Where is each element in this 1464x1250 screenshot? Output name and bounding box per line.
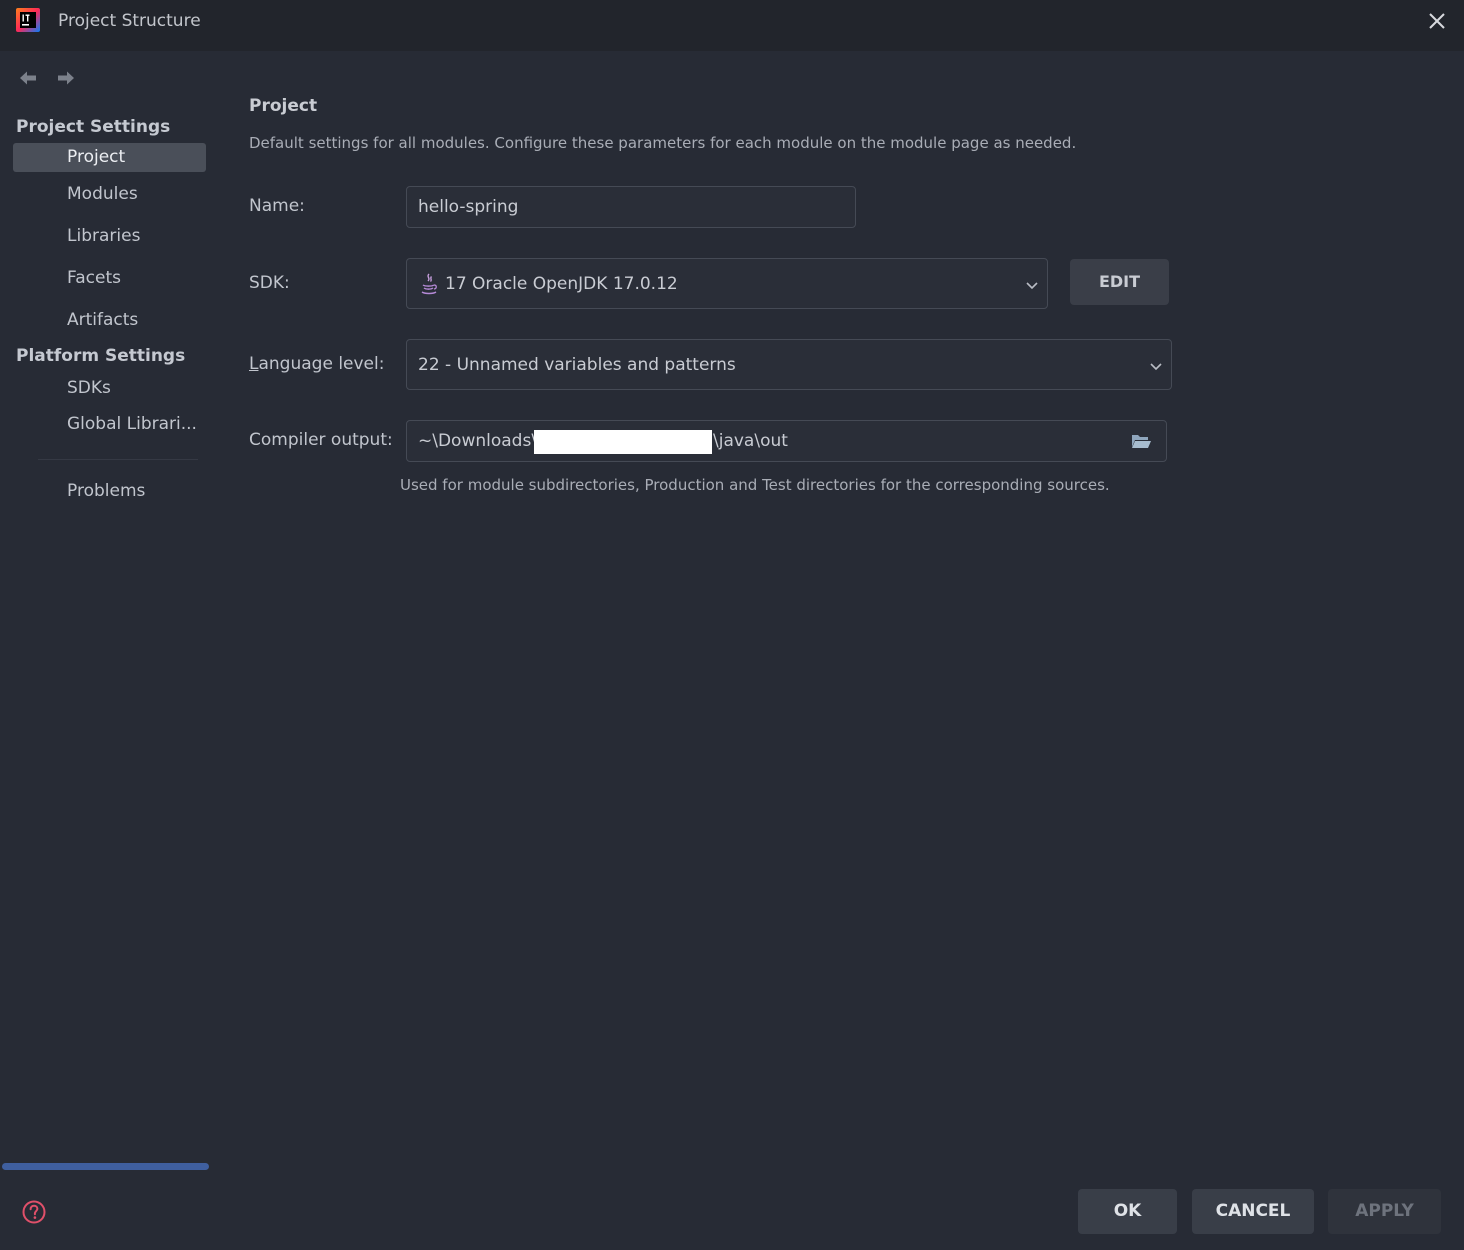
sidebar-item-label: SDKs (67, 378, 111, 398)
edit-sdk-button[interactable]: EDIT (1070, 259, 1169, 305)
sdk-value: 17 Oracle OpenJDK 17.0.12 (445, 274, 678, 294)
sidebar-item-project[interactable]: Project (13, 143, 206, 172)
sidebar-horizontal-scrollbar[interactable] (2, 1163, 209, 1170)
intellij-idea-icon (16, 8, 40, 32)
sidebar-item-artifacts[interactable]: Artifacts (13, 306, 206, 335)
cancel-button-label: CANCEL (1215, 1201, 1291, 1221)
compiler-output-label: Compiler output: (249, 430, 393, 450)
sidebar-item-problems[interactable]: Problems (13, 477, 206, 506)
project-settings-header: Project Settings (16, 117, 171, 137)
cancel-button[interactable]: CANCEL (1192, 1189, 1314, 1234)
sidebar-item-modules[interactable]: Modules (13, 180, 206, 209)
sidebar-item-global-libraries[interactable]: Global Librari... (13, 410, 206, 439)
sidebar-item-label: Libraries (67, 226, 141, 246)
chevron-down-icon (1026, 282, 1038, 290)
chevron-down-icon (1150, 363, 1162, 371)
compiler-output-value-suffix: \java\out (713, 431, 788, 451)
page-title: Project (249, 96, 318, 116)
sdk-label: SDK: (249, 273, 290, 293)
sidebar-item-label: Artifacts (67, 310, 139, 330)
ok-button[interactable]: OK (1078, 1189, 1177, 1234)
sidebar-item-libraries[interactable]: Libraries (13, 222, 206, 251)
sidebar-item-label: Facets (67, 268, 121, 288)
arrow-left-icon[interactable] (16, 66, 40, 90)
language-level-dropdown[interactable]: 22 - Unnamed variables and patterns (406, 339, 1172, 390)
language-level-value: 22 - Unnamed variables and patterns (418, 355, 736, 375)
sidebar-item-label: Project (67, 147, 126, 167)
arrow-right-icon[interactable] (54, 66, 78, 90)
title-bar: Project Structure (0, 0, 1464, 51)
name-field[interactable]: hello-spring (406, 186, 856, 228)
close-icon[interactable] (1424, 8, 1450, 34)
folder-open-icon[interactable] (1130, 431, 1152, 451)
compiler-output-value-prefix: ~\Downloads\ (418, 431, 538, 451)
navigation-arrows (16, 66, 96, 90)
compiler-output-field[interactable]: ~\Downloads\ \java\out (406, 420, 1167, 462)
redacted-path-segment (534, 430, 712, 454)
sidebar-item-label: Problems (67, 481, 146, 501)
platform-settings-header: Platform Settings (16, 346, 186, 366)
language-level-label: Language level: (249, 353, 384, 375)
apply-button[interactable]: APPLY (1328, 1189, 1441, 1234)
sidebar-item-sdks[interactable]: SDKs (13, 374, 206, 403)
compiler-output-hint: Used for module subdirectories, Producti… (400, 476, 1110, 494)
language-level-label-text: anguage level: (258, 354, 385, 374)
project-structure-dialog: Project Structure Project Settings Proje… (0, 0, 1464, 1250)
name-label: Name: (249, 196, 305, 216)
edit-sdk-button-label: EDIT (1098, 272, 1141, 291)
ok-button-label: OK (1113, 1201, 1142, 1221)
java-coffee-cup-icon (421, 273, 437, 295)
sdk-dropdown[interactable]: 17 Oracle OpenJDK 17.0.12 (406, 258, 1048, 309)
sidebar-divider (38, 459, 198, 460)
sidebar-item-label: Modules (67, 184, 138, 204)
sidebar-item-facets[interactable]: Facets (13, 264, 206, 293)
page-description: Default settings for all modules. Config… (249, 134, 1077, 152)
name-value: hello-spring (418, 197, 519, 217)
window-title: Project Structure (58, 11, 201, 31)
apply-button-label: APPLY (1355, 1201, 1414, 1221)
help-question-icon[interactable] (21, 1199, 47, 1225)
sidebar-item-label: Global Librari... (67, 414, 197, 434)
